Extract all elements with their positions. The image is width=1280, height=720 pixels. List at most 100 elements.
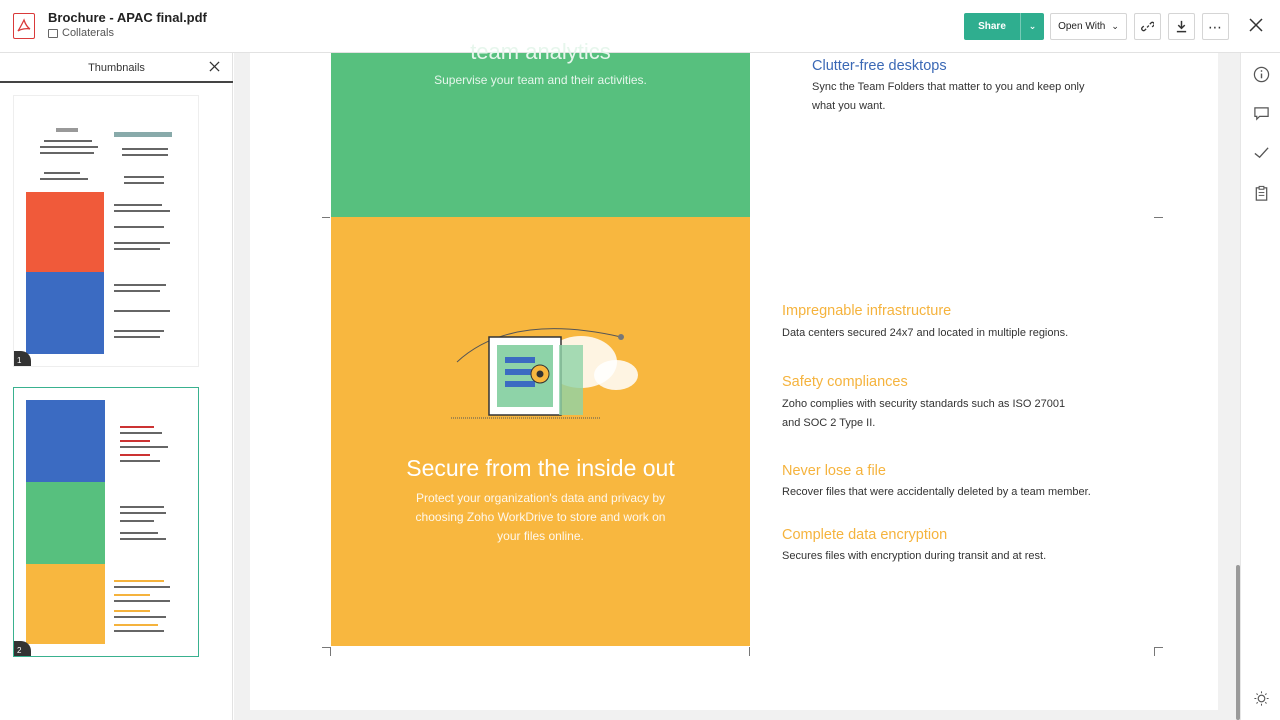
thumb-text-line [40, 152, 94, 154]
more-options-button[interactable]: ⋯ [1202, 13, 1229, 40]
share-label[interactable]: Share [964, 21, 1020, 32]
thumb-text-line [114, 248, 160, 250]
thumb-text-line [120, 432, 162, 434]
thumb-blue-panel [26, 400, 105, 482]
thumb-text-line [120, 512, 166, 514]
thumb-text-line [114, 616, 166, 618]
feature-title: Impregnable infrastructure [782, 303, 952, 319]
thumbnails-panel: Thumbnails 1 2 [0, 53, 233, 720]
breadcrumb-folder[interactable]: Collaterals [62, 27, 114, 39]
thumb-red-panel [26, 192, 104, 272]
thumb-text-line [122, 148, 168, 150]
thumb-text-line [44, 172, 80, 174]
thumb-text-line [114, 580, 164, 582]
thumb-text-line [120, 460, 160, 462]
feature-description: Data centers secured 24x7 and located in… [782, 327, 1069, 339]
feature-title: Never lose a file [782, 463, 886, 479]
crop-mark [1154, 647, 1163, 648]
share-button[interactable]: Share ⌄ [964, 13, 1044, 40]
feature-description: Zoho complies with security standards su… [782, 398, 1066, 429]
crop-mark [1154, 647, 1155, 656]
green-panel-subtitle: Supervise your team and their activities… [434, 73, 647, 87]
thumb-text-line [114, 210, 170, 212]
secure-vault-illustration [451, 328, 638, 419]
hero-title: Secure from the inside out [406, 455, 675, 481]
close-thumbnails-button[interactable] [209, 59, 220, 76]
link-icon [1141, 21, 1154, 32]
crop-mark [322, 217, 330, 218]
thumb-text-line [120, 426, 154, 428]
thumbnails-title: Thumbnails [88, 62, 145, 74]
thumb-text-line [120, 506, 164, 508]
thumb-text-line [114, 204, 162, 206]
copy-link-button[interactable] [1134, 13, 1161, 40]
open-with-button[interactable]: Open With ⌄ [1050, 13, 1127, 40]
feature-description: Secures files with encryption during tra… [782, 550, 1047, 562]
feature-description: Recover files that were accidentally del… [782, 486, 1091, 498]
comments-button[interactable] [1252, 104, 1270, 122]
theme-toggle-button[interactable] [1252, 689, 1270, 707]
comment-icon [1253, 106, 1269, 121]
green-panel: team analytics Supervise your team and t… [331, 39, 750, 217]
feature-title: Complete data encryption [782, 527, 948, 543]
crop-mark [749, 647, 750, 656]
document-page: team analytics Supervise your team and t… [250, 39, 1218, 710]
thumb-text-line [114, 242, 170, 244]
thumb-text-line [114, 290, 160, 292]
thumbnails-header: Thumbnails [0, 53, 233, 83]
thumb-text-line [120, 520, 154, 522]
folder-icon [48, 28, 58, 38]
pdf-file-icon [13, 13, 35, 39]
hero-description: Protect your organization's data and pri… [415, 491, 666, 543]
thumb-text-line [44, 140, 92, 142]
thumb-text-line [114, 330, 164, 332]
checkmark-icon [1253, 146, 1269, 158]
tasks-button[interactable] [1252, 143, 1270, 161]
thumb-text-line [40, 146, 98, 148]
right-side-rail [1240, 53, 1280, 720]
clipboard-icon [1255, 185, 1267, 201]
feature-title: Clutter-free desktops [812, 58, 947, 74]
thumb-text-line [124, 182, 164, 184]
thumb-text-line [114, 586, 170, 588]
close-icon [209, 61, 220, 72]
feature-description: Sync the Team Folders that matter to you… [812, 81, 1085, 112]
brightness-icon [1253, 690, 1269, 706]
thumb-green-panel [26, 482, 105, 564]
thumb-text-line [120, 440, 150, 442]
info-button[interactable] [1252, 65, 1270, 83]
thumb-text-line [120, 454, 150, 456]
thumb-blue-panel [26, 272, 104, 354]
thumbnail-page-number: 1 [14, 351, 31, 366]
close-viewer-button[interactable] [1246, 16, 1266, 36]
thumb-text-line [56, 128, 78, 132]
thumb-text-line [120, 446, 168, 448]
thumb-text-line [40, 178, 88, 180]
thumb-text-line [120, 532, 158, 534]
thumb-text-line [114, 226, 164, 228]
thumbnail-page-2[interactable]: 2 [13, 387, 199, 657]
thumb-text-line [114, 630, 164, 632]
thumb-text-line [114, 310, 170, 312]
crop-mark [1154, 217, 1163, 218]
thumb-text-line [114, 336, 160, 338]
thumbnail-page-number: 2 [14, 641, 31, 656]
thumb-yellow-panel [26, 564, 105, 644]
thumb-text-line [114, 610, 150, 612]
clipboard-button[interactable] [1252, 184, 1270, 202]
file-name: Brochure - APAC final.pdf [48, 10, 207, 25]
thumbnail-page-1[interactable]: 1 [13, 95, 199, 367]
thumb-text-line [114, 594, 150, 596]
thumb-text-line [122, 154, 168, 156]
share-dropdown-chevron-icon[interactable]: ⌄ [1020, 13, 1044, 40]
thumb-text-line [114, 624, 158, 626]
document-viewer[interactable]: team analytics Supervise your team and t… [234, 39, 1240, 720]
download-button[interactable] [1168, 13, 1195, 40]
open-with-label[interactable]: Open With [1058, 21, 1105, 32]
close-icon [1249, 18, 1263, 32]
green-panel-heading: team analytics [470, 39, 611, 64]
thumb-text-line [114, 284, 166, 286]
breadcrumb[interactable]: Collaterals [48, 27, 114, 39]
chevron-down-icon: ⌄ [1111, 21, 1119, 31]
yellow-hero-panel: Secure from the inside out Protect your … [331, 217, 750, 646]
